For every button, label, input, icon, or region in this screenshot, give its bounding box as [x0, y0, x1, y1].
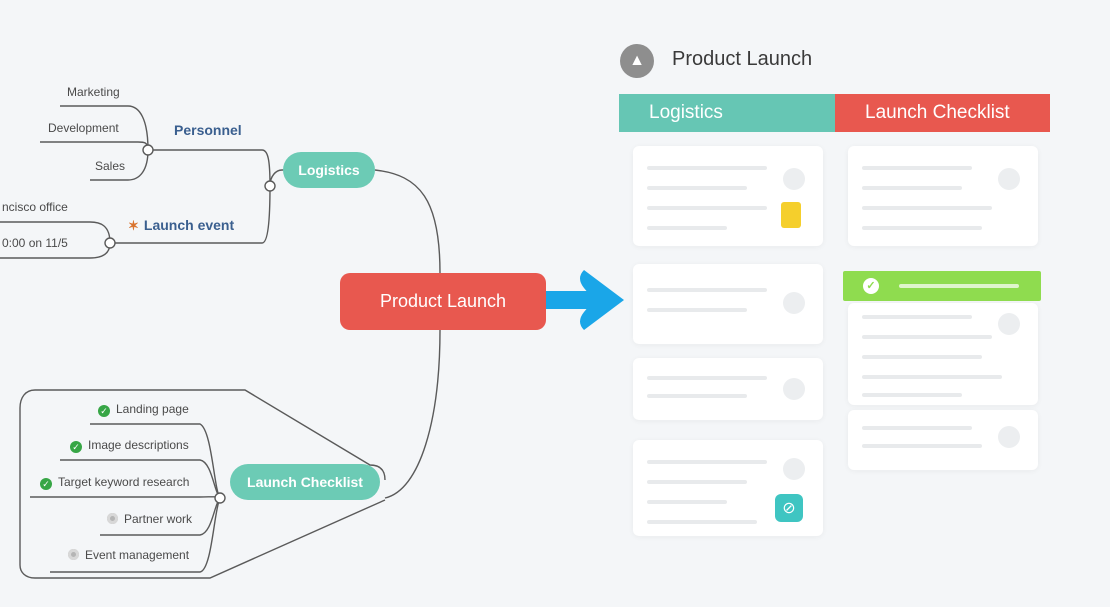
launch-event-label: Launch event	[143, 217, 235, 233]
checklist-item-label: Target keyword research	[58, 475, 190, 489]
launch-checklist-label: Launch Checklist	[247, 474, 363, 490]
arrow-right-icon	[546, 270, 624, 330]
checklist-item-label: Event management	[85, 548, 190, 562]
rocket-icon: ▲	[620, 44, 654, 78]
checklist-item-label: Image descriptions	[88, 438, 189, 452]
board-card[interactable]: ⊘	[633, 440, 823, 536]
board-card[interactable]	[633, 358, 823, 420]
column-header-logistics[interactable]: Logistics	[619, 94, 835, 132]
central-topic-label: Product Launch	[379, 291, 507, 311]
check-done-icon: ✓	[40, 478, 52, 490]
column-header-launch-checklist[interactable]: Launch Checklist	[835, 94, 1050, 132]
launch-event-node[interactable]: ✶ Launch event	[128, 218, 234, 232]
board-card[interactable]	[848, 303, 1038, 405]
column-header-label: Logistics	[649, 102, 723, 123]
board-card[interactable]	[848, 410, 1038, 470]
board-title: Product Launch	[672, 48, 813, 70]
checklist-item[interactable]: Partner work	[107, 513, 192, 525]
party-popper-icon: ✶	[128, 218, 139, 233]
checklist-item[interactable]: ✓ Image descriptions	[70, 439, 189, 453]
launch-checklist-node[interactable]: Launch Checklist	[230, 464, 380, 500]
logistics-node[interactable]: Logistics	[283, 152, 375, 188]
personnel-item-development[interactable]: Development	[48, 122, 119, 134]
gear-pending-icon	[68, 549, 79, 560]
personnel-node[interactable]: Personnel	[174, 123, 242, 137]
gear-pending-icon	[107, 513, 118, 524]
checklist-item[interactable]: ✓ Landing page	[98, 403, 189, 417]
board-card[interactable]	[633, 264, 823, 344]
board-card[interactable]	[848, 146, 1038, 246]
personnel-item-sales[interactable]: Sales	[95, 160, 125, 172]
column-header-label: Launch Checklist	[865, 102, 1010, 123]
launch-event-time[interactable]: 0:00 on 11/5	[2, 237, 68, 249]
central-topic-node[interactable]: Product Launch	[340, 273, 546, 330]
launch-event-location[interactable]: ncisco office	[2, 201, 68, 213]
mind-map-canvas: Product Launch Logistics Personnel Marke…	[0, 0, 1110, 607]
completed-card-bar[interactable]: ✓	[843, 271, 1041, 301]
checklist-item-label: Partner work	[124, 512, 193, 526]
board-card[interactable]	[633, 146, 823, 246]
check-icon: ✓	[863, 278, 879, 294]
check-done-icon: ✓	[70, 441, 82, 453]
check-done-icon: ✓	[98, 405, 110, 417]
logistics-label: Logistics	[298, 162, 360, 178]
personnel-item-marketing[interactable]: Marketing	[67, 86, 120, 98]
checklist-item[interactable]: Event management	[68, 549, 189, 561]
checklist-item[interactable]: ✓ Target keyword research	[40, 476, 189, 490]
link-icon: ⊘	[775, 494, 803, 522]
document-icon	[781, 202, 801, 228]
checklist-item-label: Landing page	[116, 402, 189, 416]
